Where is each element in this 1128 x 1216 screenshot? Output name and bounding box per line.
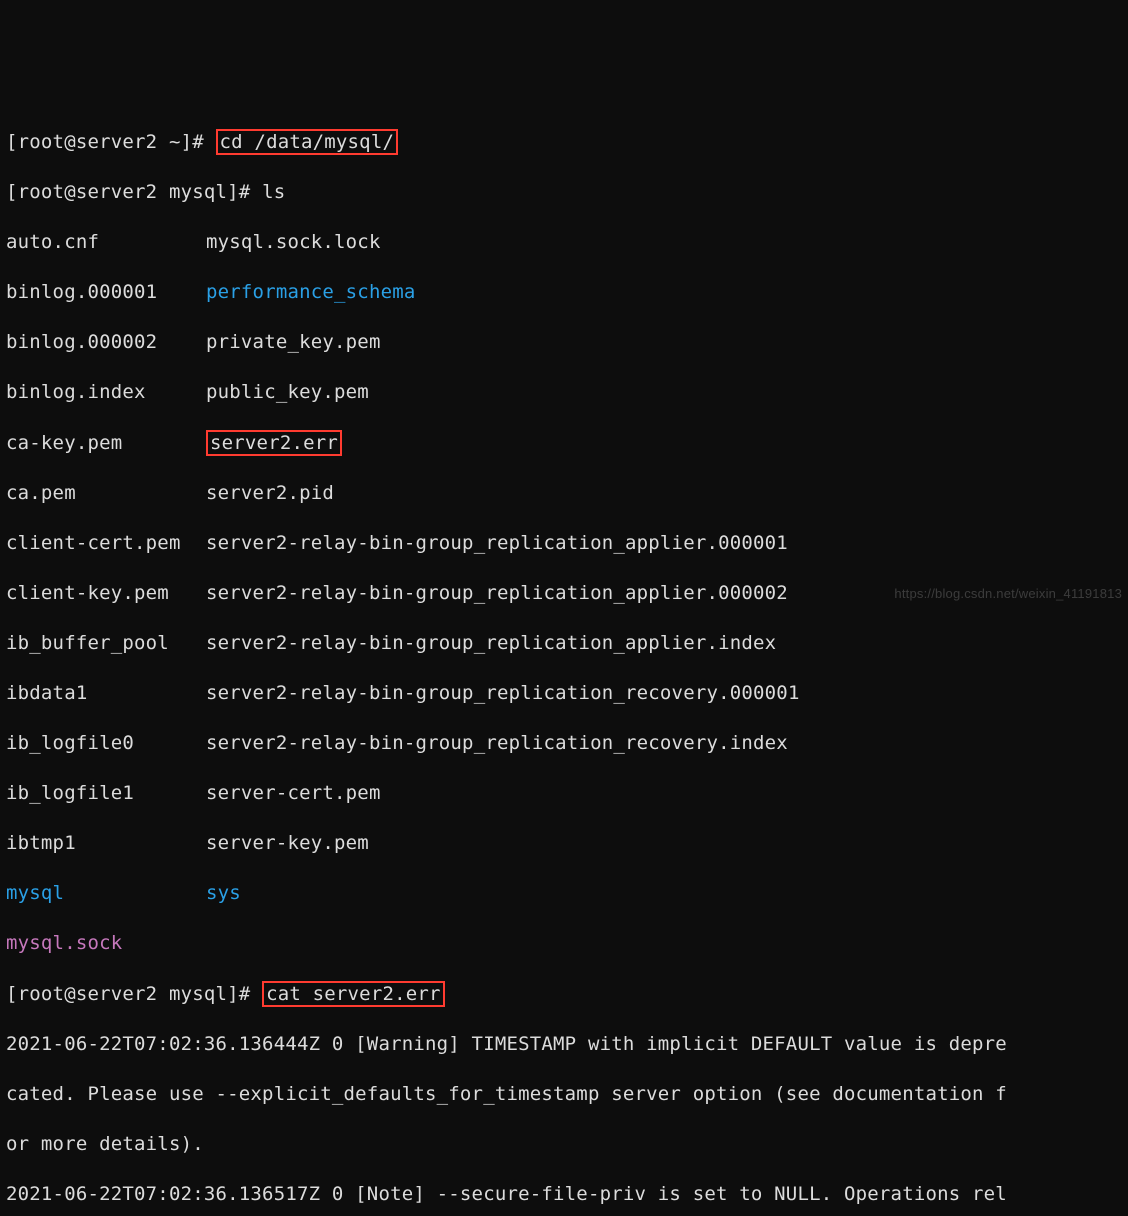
shell-prompt: [root@server2 ~]# xyxy=(6,131,216,153)
ls-col2-item: server2-relay-bin-group_replication_reco… xyxy=(206,682,800,704)
log-line: or more details). xyxy=(6,1132,1122,1157)
ls-col1-item: ibtmp1 xyxy=(6,831,206,856)
ls-col2-item: server2-relay-bin-group_replication_appl… xyxy=(206,632,776,654)
ls-col2-item: server-key.pem xyxy=(206,832,369,854)
shell-prompt: [root@server2 mysql]# xyxy=(6,181,262,203)
highlighted-cat-command: cat server2.err xyxy=(262,981,445,1007)
ls-col1-item: binlog.000002 xyxy=(6,330,206,355)
ls-col2-item-dir: performance_schema xyxy=(206,281,416,303)
ls-col1-item: client-cert.pem xyxy=(6,531,206,556)
ls-col1-item: ibdata1 xyxy=(6,681,206,706)
highlighted-server2-err: server2.err xyxy=(206,430,342,456)
ls-col1-item: binlog.000001 xyxy=(6,280,206,305)
ls-col1-item: ca.pem xyxy=(6,481,206,506)
ls-col1-item: client-key.pem xyxy=(6,581,206,606)
ls-col2-item: mysql.sock.lock xyxy=(206,231,381,253)
ls-col1-item: auto.cnf xyxy=(6,230,206,255)
highlighted-cd-command: cd /data/mysql/ xyxy=(216,129,399,155)
ls-col2-item: server2.pid xyxy=(206,482,334,504)
ls-col2-item: private_key.pem xyxy=(206,331,381,353)
ls-col2-item: server2-relay-bin-group_replication_appl… xyxy=(206,532,788,554)
ls-command: ls xyxy=(262,181,285,203)
log-line: 2021-06-22T07:02:36.136517Z 0 [Note] --s… xyxy=(6,1182,1122,1207)
terminal-output[interactable]: [root@server2 ~]# cd /data/mysql/ [root@… xyxy=(6,104,1122,1216)
ls-col2-item: server2-relay-bin-group_replication_appl… xyxy=(206,582,788,604)
ls-col1-item-dir: mysql xyxy=(6,881,206,906)
ls-col2-item: server2-relay-bin-group_replication_reco… xyxy=(206,732,788,754)
ls-col1-item-socket: mysql.sock xyxy=(6,932,122,954)
ls-col1-item: binlog.index xyxy=(6,380,206,405)
ls-col2-item: public_key.pem xyxy=(206,381,369,403)
ls-col1-item: ib_buffer_pool xyxy=(6,631,206,656)
shell-prompt: [root@server2 mysql]# xyxy=(6,983,262,1005)
ls-col2-item-dir: sys xyxy=(206,882,241,904)
ls-col1-item: ca-key.pem xyxy=(6,431,206,456)
ls-col1-item: ib_logfile0 xyxy=(6,731,206,756)
log-line: 2021-06-22T07:02:36.136444Z 0 [Warning] … xyxy=(6,1032,1122,1057)
ls-col1-item: ib_logfile1 xyxy=(6,781,206,806)
watermark-text: https://blog.csdn.net/weixin_41191813 xyxy=(894,581,1122,606)
ls-col2-item: server-cert.pem xyxy=(206,782,381,804)
log-line: cated. Please use --explicit_defaults_fo… xyxy=(6,1082,1122,1107)
